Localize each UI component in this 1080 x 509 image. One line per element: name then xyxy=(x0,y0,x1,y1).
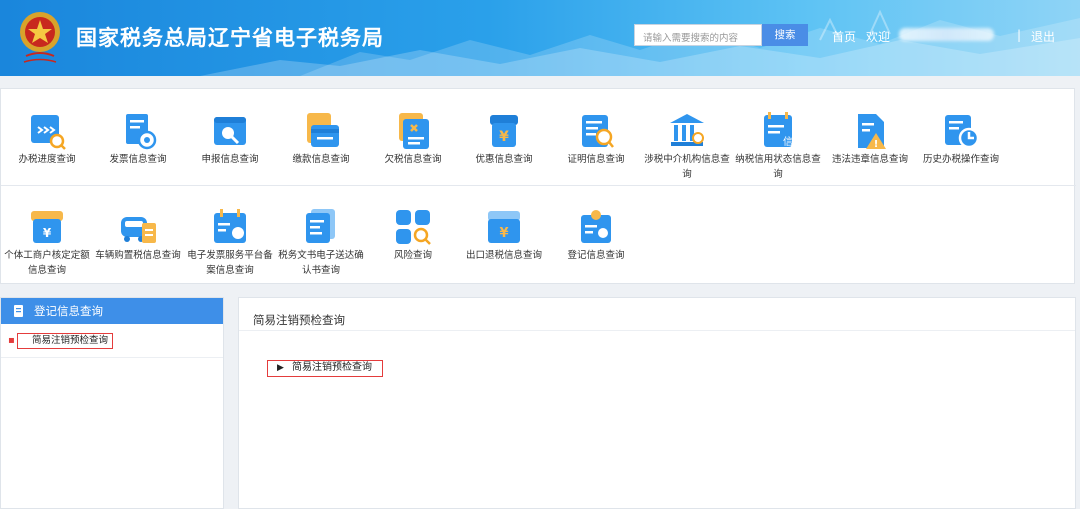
tile-label: 车辆购置税信息查询 xyxy=(95,250,181,261)
payment-icon xyxy=(307,113,339,147)
play-triangle-icon: ▶ xyxy=(277,363,284,373)
tile-arrears-query[interactable]: 欠税信息查询 xyxy=(367,111,459,167)
tile-label: 违法违章信息查询 xyxy=(831,154,908,165)
username-redacted xyxy=(899,28,994,41)
tile-label: 历史办税操作查询 xyxy=(922,154,999,165)
tax-emblem-icon xyxy=(20,12,60,63)
tile-label: 税务文书电子送达确认书查询 xyxy=(278,250,364,276)
tile-history-query[interactable]: 历史办税操作查询 xyxy=(915,111,1007,167)
tile-violation-query[interactable]: ! 违法违章信息查询 xyxy=(824,111,916,167)
sidebar-item-label: 简易注销预检查询 xyxy=(32,335,109,346)
tile-label: 出口退税信息查询 xyxy=(465,250,542,261)
tile-label: 涉税中介机构信息查询 xyxy=(644,154,730,180)
tile-label: 登记信息查询 xyxy=(567,250,625,261)
tile-label: 电子发票服务平台备案信息查询 xyxy=(187,250,273,276)
tile-e-invoice-query[interactable]: 电子发票服务平台备案信息查询 xyxy=(184,207,276,278)
tile-certificate-query[interactable]: 证明信息查询 xyxy=(550,111,642,167)
tile-label: 申报信息查询 xyxy=(201,154,259,165)
page-title: 简易注销预检查询 xyxy=(253,313,345,327)
svg-text:¥: ¥ xyxy=(499,226,508,241)
document-icon xyxy=(14,305,23,317)
tile-agency-query[interactable]: 涉税中介机构信息查询 xyxy=(641,111,733,182)
tile-registration-query[interactable]: 登记信息查询 xyxy=(550,207,642,263)
welcome-text: 欢迎 xyxy=(866,30,891,44)
tile-label: 欠税信息查询 xyxy=(384,154,442,165)
tile-preferential-query[interactable]: ¥ 优惠信息查询 xyxy=(458,111,550,167)
sidebar-title: 登记信息查询 xyxy=(34,304,103,318)
tile-declaration-query[interactable]: 申报信息查询 xyxy=(184,111,276,167)
tile-label: 缴款信息查询 xyxy=(292,154,350,165)
document-icon xyxy=(306,209,335,243)
tile-credit-query[interactable]: 信 纳税信用状态信息查询 xyxy=(732,111,824,182)
tile-invoice-query[interactable]: 发票信息查询 xyxy=(92,111,184,167)
svg-text:!: ! xyxy=(874,139,879,150)
declaration-icon xyxy=(214,117,246,145)
logout-link[interactable]: 退出 xyxy=(1031,28,1055,45)
svg-text:信: 信 xyxy=(783,136,793,148)
agency-icon xyxy=(670,114,704,146)
tile-label: 发票信息查询 xyxy=(109,154,167,165)
tile-label: 办税进度查询 xyxy=(18,154,76,165)
invoice-icon xyxy=(126,114,157,150)
individual-business-icon: ¥ xyxy=(31,211,63,243)
tile-progress-query[interactable]: 办税进度查询 xyxy=(1,111,93,167)
history-icon xyxy=(945,115,980,149)
tile-document-query[interactable]: 税务文书电子送达确认书查询 xyxy=(275,207,367,278)
vehicle-icon xyxy=(121,217,156,243)
tile-individual-business-query[interactable]: ¥ 个体工商户核定定额信息查询 xyxy=(1,207,93,278)
site-header: 国家税务总局辽宁省电子税务局 请输入需要搜索的内容 搜索 首页 欢迎 | 退出 xyxy=(0,0,1080,76)
tile-label: 优惠信息查询 xyxy=(475,154,533,165)
separator: | xyxy=(1017,28,1022,42)
sidebar-header: 登记信息查询 xyxy=(1,298,223,324)
query-icon-panel: 办税进度查询 发票信息查询 申报信息查询 缴款信息查询 欠税信息查询 ¥ 优惠信… xyxy=(0,88,1076,284)
progress-icon xyxy=(31,115,66,150)
registration-icon xyxy=(581,210,611,243)
tile-label: 纳税信用状态信息查询 xyxy=(735,154,821,180)
home-link[interactable]: 首页 xyxy=(832,28,856,45)
main-content: 简易注销预检查询 ▶ 简易注销预检查询 xyxy=(238,297,1076,509)
violation-icon: ! xyxy=(858,114,886,150)
title-divider xyxy=(239,330,1075,331)
svg-text:¥: ¥ xyxy=(43,226,52,240)
credit-icon: 信 xyxy=(764,112,793,148)
link-label: 简易注销预检查询 xyxy=(292,362,372,373)
e-invoice-icon xyxy=(214,209,246,243)
simple-deregistration-precheck-link[interactable]: ▶ 简易注销预检查询 xyxy=(267,360,383,377)
site-title: 国家税务总局辽宁省电子税务局 xyxy=(76,26,384,50)
tile-export-refund-query[interactable]: ¥ 出口退税信息查询 xyxy=(458,207,550,263)
panel-divider xyxy=(1,185,1076,186)
svg-text:¥: ¥ xyxy=(499,129,509,145)
bullet-icon: ▪ xyxy=(8,335,15,346)
tile-vehicle-tax-query[interactable]: 车辆购置税信息查询 xyxy=(92,207,184,263)
tile-payment-query[interactable]: 缴款信息查询 xyxy=(275,111,367,167)
tile-risk-query[interactable]: 风险查询 xyxy=(367,207,459,263)
certificate-icon xyxy=(582,115,614,148)
sidebar-divider xyxy=(1,357,223,358)
sidebar-item-simple-deregistration[interactable]: ▪ 简易注销预检查询 xyxy=(8,333,113,349)
tile-label: 风险查询 xyxy=(393,250,432,261)
arrears-icon xyxy=(399,113,429,149)
search-input[interactable]: 请输入需要搜索的内容 xyxy=(634,24,762,46)
export-refund-icon: ¥ xyxy=(488,211,520,243)
search-button[interactable]: 搜索 xyxy=(762,24,808,46)
tile-label: 证明信息查询 xyxy=(567,154,625,165)
risk-icon xyxy=(396,210,431,245)
preferential-icon: ¥ xyxy=(490,115,518,147)
left-sidebar: 登记信息查询 ▪ 简易注销预检查询 xyxy=(0,297,224,509)
tile-label: 个体工商户核定定额信息查询 xyxy=(4,250,90,276)
